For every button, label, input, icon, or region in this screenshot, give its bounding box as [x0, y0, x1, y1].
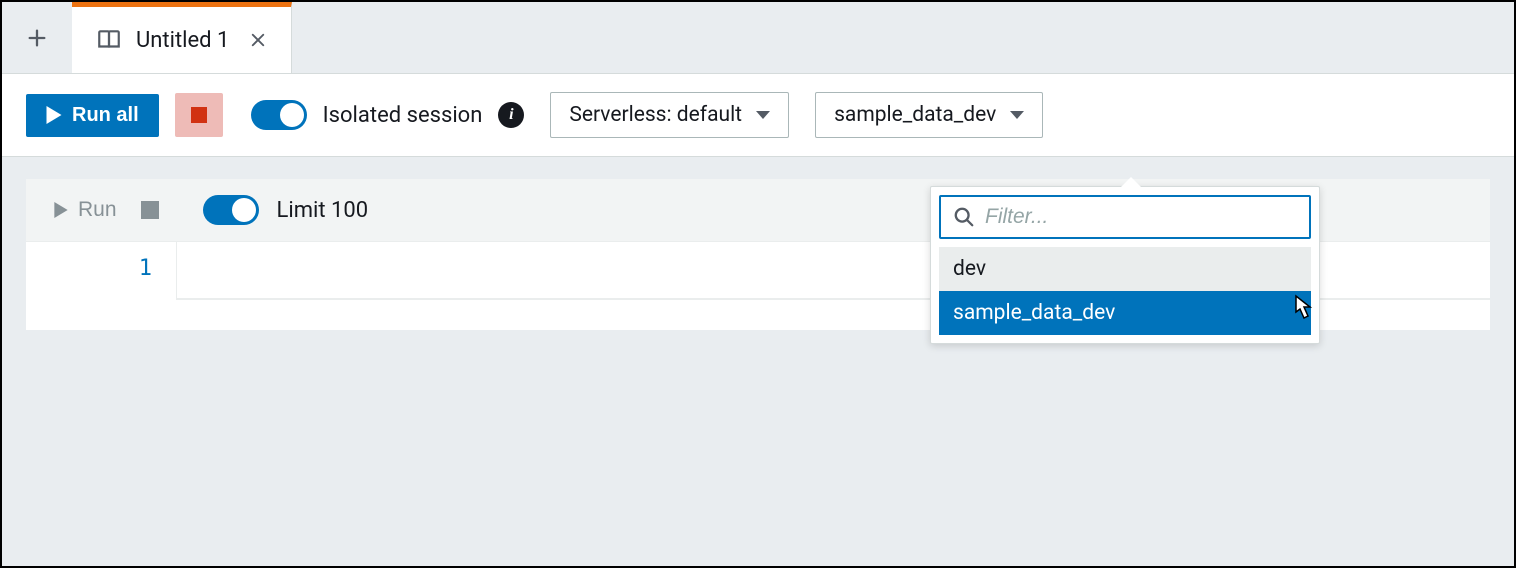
limit-toggle[interactable]: [203, 195, 259, 225]
filter-box: [939, 195, 1311, 239]
close-icon: [249, 31, 267, 49]
toggle-knob: [232, 198, 256, 222]
toggle-knob: [280, 103, 304, 127]
info-icon[interactable]: i: [498, 102, 524, 128]
isolated-session-toggle[interactable]: [251, 100, 307, 130]
main-toolbar: Run all Isolated session i Serverless: d…: [2, 74, 1514, 157]
tab-untitled-1[interactable]: Untitled 1: [72, 2, 292, 73]
notebook-icon: [96, 27, 122, 53]
tab-close-button[interactable]: [249, 31, 267, 49]
play-icon: [46, 106, 62, 124]
search-icon: [953, 206, 975, 228]
chevron-down-icon: [1010, 111, 1024, 119]
cell-run-button[interactable]: Run: [54, 198, 117, 222]
stop-all-button[interactable]: [175, 93, 223, 137]
database-dropdown-popup: dev sample_data_dev: [930, 186, 1320, 344]
filter-input[interactable]: [985, 205, 1297, 229]
cell-run-label: Run: [78, 198, 117, 222]
tab-bar: Untitled 1: [2, 2, 1514, 74]
database-option-list: dev sample_data_dev: [931, 247, 1319, 343]
run-all-button[interactable]: Run all: [26, 94, 159, 137]
run-all-label: Run all: [72, 104, 139, 127]
isolated-session-label: Isolated session: [323, 103, 483, 128]
plus-icon: [26, 27, 48, 49]
play-icon: [54, 202, 68, 218]
database-dropdown[interactable]: sample_data_dev: [815, 92, 1043, 138]
cell-stop-button[interactable]: [141, 201, 159, 219]
connection-dropdown[interactable]: Serverless: default: [550, 92, 789, 138]
database-option-sample-data-dev[interactable]: sample_data_dev: [939, 291, 1311, 335]
line-gutter: 1: [26, 242, 176, 300]
database-label: sample_data_dev: [834, 103, 996, 127]
chevron-down-icon: [756, 111, 770, 119]
add-tab-button[interactable]: [2, 2, 72, 73]
tab-title: Untitled 1: [136, 28, 229, 53]
connection-label: Serverless: default: [569, 103, 742, 127]
database-option-dev[interactable]: dev: [939, 247, 1311, 291]
stop-icon: [191, 107, 207, 123]
limit-label: Limit 100: [277, 198, 369, 223]
line-number: 1: [139, 256, 152, 281]
